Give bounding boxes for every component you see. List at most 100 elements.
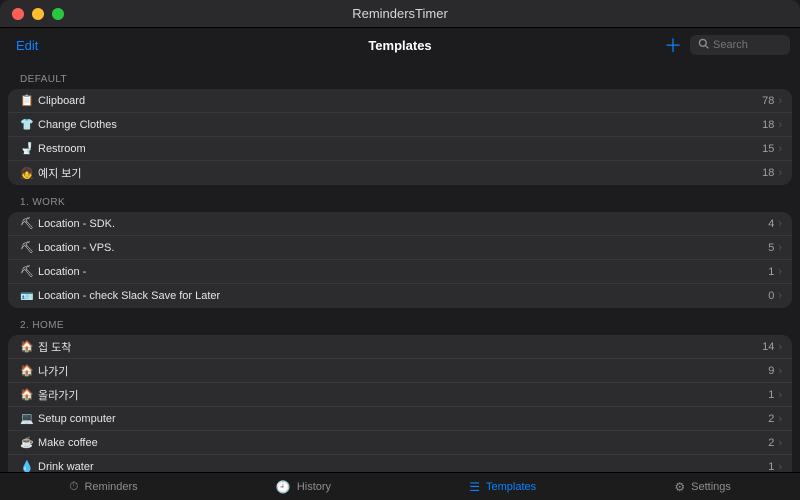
tab-label: Templates	[486, 481, 536, 493]
section-rows: ⛏Location - SDK.4›⛏Location - VPS.5›⛏Loc…	[8, 212, 792, 308]
row-count: 0	[768, 290, 774, 302]
edit-button[interactable]: Edit	[10, 34, 44, 57]
list-item[interactable]: 📋Clipboard78›	[8, 89, 792, 113]
row-label: Location - SDK.	[38, 218, 768, 230]
list-item[interactable]: ☕Make coffee2 ›	[8, 431, 792, 455]
toolbar: Edit Templates ＋	[0, 28, 800, 62]
list-item[interactable]: 💧Drink water1 ›	[8, 455, 792, 472]
row-label: Clipboard	[38, 95, 762, 107]
row-icon: 🚽	[18, 142, 36, 155]
row-count: 15	[762, 143, 774, 155]
list-item[interactable]: 🏠올라가기1 ›	[8, 383, 792, 407]
row-label: 예지 보기	[38, 165, 762, 181]
tab-templates[interactable]: ☰ Templates	[461, 476, 544, 498]
close-icon[interactable]	[12, 8, 24, 20]
list-section: Default📋Clipboard78›👕Change Clothes18›🚽R…	[8, 68, 792, 185]
row-label: Setup computer	[38, 413, 768, 425]
row-count: 4	[768, 218, 774, 230]
row-icon: 🏠	[18, 364, 36, 377]
chevron-right-icon: ›	[778, 143, 782, 155]
row-icon: ☕	[18, 436, 36, 449]
section-header: 2. Home	[8, 314, 792, 335]
templates-icon: ☰	[469, 480, 480, 494]
chevron-right-icon: ›	[778, 413, 782, 425]
search-field[interactable]	[690, 35, 790, 55]
chevron-right-icon: ›	[778, 461, 782, 473]
row-count: 18	[762, 119, 774, 131]
list-item[interactable]: 🏠나가기9 ›	[8, 359, 792, 383]
chevron-right-icon: ›	[778, 437, 782, 449]
row-label: Make coffee	[38, 437, 768, 449]
row-count: 5	[768, 242, 774, 254]
row-icon: 🏠	[18, 388, 36, 401]
window-title: RemindersTimer	[0, 6, 800, 21]
section-header: 1. Work	[8, 191, 792, 212]
row-label: Location - VPS.	[38, 242, 768, 254]
window-controls	[0, 8, 64, 20]
row-icon: 🏠	[18, 340, 36, 353]
tab-settings[interactable]: ⚙ Settings	[666, 476, 739, 498]
add-button[interactable]: ＋	[662, 34, 684, 56]
row-count: 2	[768, 437, 774, 449]
row-label: Drink water	[38, 461, 768, 473]
chevron-right-icon: ›	[778, 218, 782, 230]
chevron-right-icon: ›	[778, 341, 782, 353]
minimize-icon[interactable]	[32, 8, 44, 20]
titlebar: RemindersTimer	[0, 0, 800, 28]
list-item[interactable]: 👧예지 보기18›	[8, 161, 792, 185]
row-icon: 💻	[18, 412, 36, 425]
template-list[interactable]: Default📋Clipboard78›👕Change Clothes18›🚽R…	[0, 62, 800, 472]
plus-icon: ＋	[664, 32, 682, 58]
list-item[interactable]: 🪪Location - check Slack Save for Later0›	[8, 284, 792, 308]
chevron-right-icon: ›	[778, 266, 782, 278]
row-count: 1	[768, 461, 774, 473]
chevron-right-icon: ›	[778, 365, 782, 377]
row-count: 9	[768, 365, 774, 377]
list-item[interactable]: ⛏Location - SDK.4 ›	[8, 212, 792, 236]
chevron-right-icon: ›	[778, 242, 782, 254]
row-label: 올라가기	[38, 387, 768, 403]
row-icon: 🪪	[18, 290, 36, 303]
search-input[interactable]	[713, 39, 783, 51]
row-count: 18	[762, 167, 774, 179]
zoom-icon[interactable]	[52, 8, 64, 20]
row-label: Change Clothes	[38, 119, 762, 131]
row-icon: ⛏	[18, 217, 36, 230]
chevron-right-icon: ›	[778, 389, 782, 401]
list-item[interactable]: 🏠집 도착14 ›	[8, 335, 792, 359]
list-section: 2. Home🏠집 도착14›🏠나가기9›🏠올라가기1›💻Setup compu…	[8, 314, 792, 472]
chevron-right-icon: ›	[778, 119, 782, 131]
row-icon: ⛏	[18, 265, 36, 278]
list-item[interactable]: 👕Change Clothes18 ›	[8, 113, 792, 137]
row-count: 1	[768, 389, 774, 401]
list-item[interactable]: 💻Setup computer2 ›	[8, 407, 792, 431]
settings-icon: ⚙	[674, 480, 685, 494]
row-count: 14	[762, 341, 774, 353]
row-label: Location -	[38, 266, 768, 278]
row-icon: 📋	[18, 94, 36, 107]
tab-label: Reminders	[84, 481, 137, 493]
row-count: 2	[768, 413, 774, 425]
row-icon: ⛏	[18, 241, 36, 254]
row-icon: 👕	[18, 118, 36, 131]
row-label: Restroom	[38, 143, 762, 155]
row-count: 78	[762, 95, 774, 107]
list-item[interactable]: ⛏Location -1 ›	[8, 260, 792, 284]
tab-label: Settings	[691, 481, 731, 493]
tab-reminders[interactable]: ⏱ Reminders	[61, 475, 146, 498]
app-window: RemindersTimer Edit Templates ＋ Default📋…	[0, 0, 800, 500]
tab-history[interactable]: 🕘History	[268, 476, 339, 498]
row-count: 1	[768, 266, 774, 278]
list-item[interactable]: 🚽Restroom15 ›	[8, 137, 792, 161]
row-label: Location - check Slack Save for Later	[38, 290, 768, 302]
reminders-icon: ⏱	[69, 479, 78, 494]
history-icon: 🕘	[276, 480, 291, 494]
section-rows: 🏠집 도착14›🏠나가기9›🏠올라가기1›💻Setup computer2›☕M…	[8, 335, 792, 472]
section-rows: 📋Clipboard78›👕Change Clothes18›🚽Restroom…	[8, 89, 792, 185]
list-item[interactable]: ⛏Location - VPS.5 ›	[8, 236, 792, 260]
row-label: 집 도착	[38, 339, 762, 355]
row-icon: 👧	[18, 167, 36, 180]
row-icon: 💧	[18, 460, 36, 472]
list-section: 1. Work⛏Location - SDK.4›⛏Location - VPS…	[8, 191, 792, 308]
row-label: 나가기	[38, 363, 768, 379]
